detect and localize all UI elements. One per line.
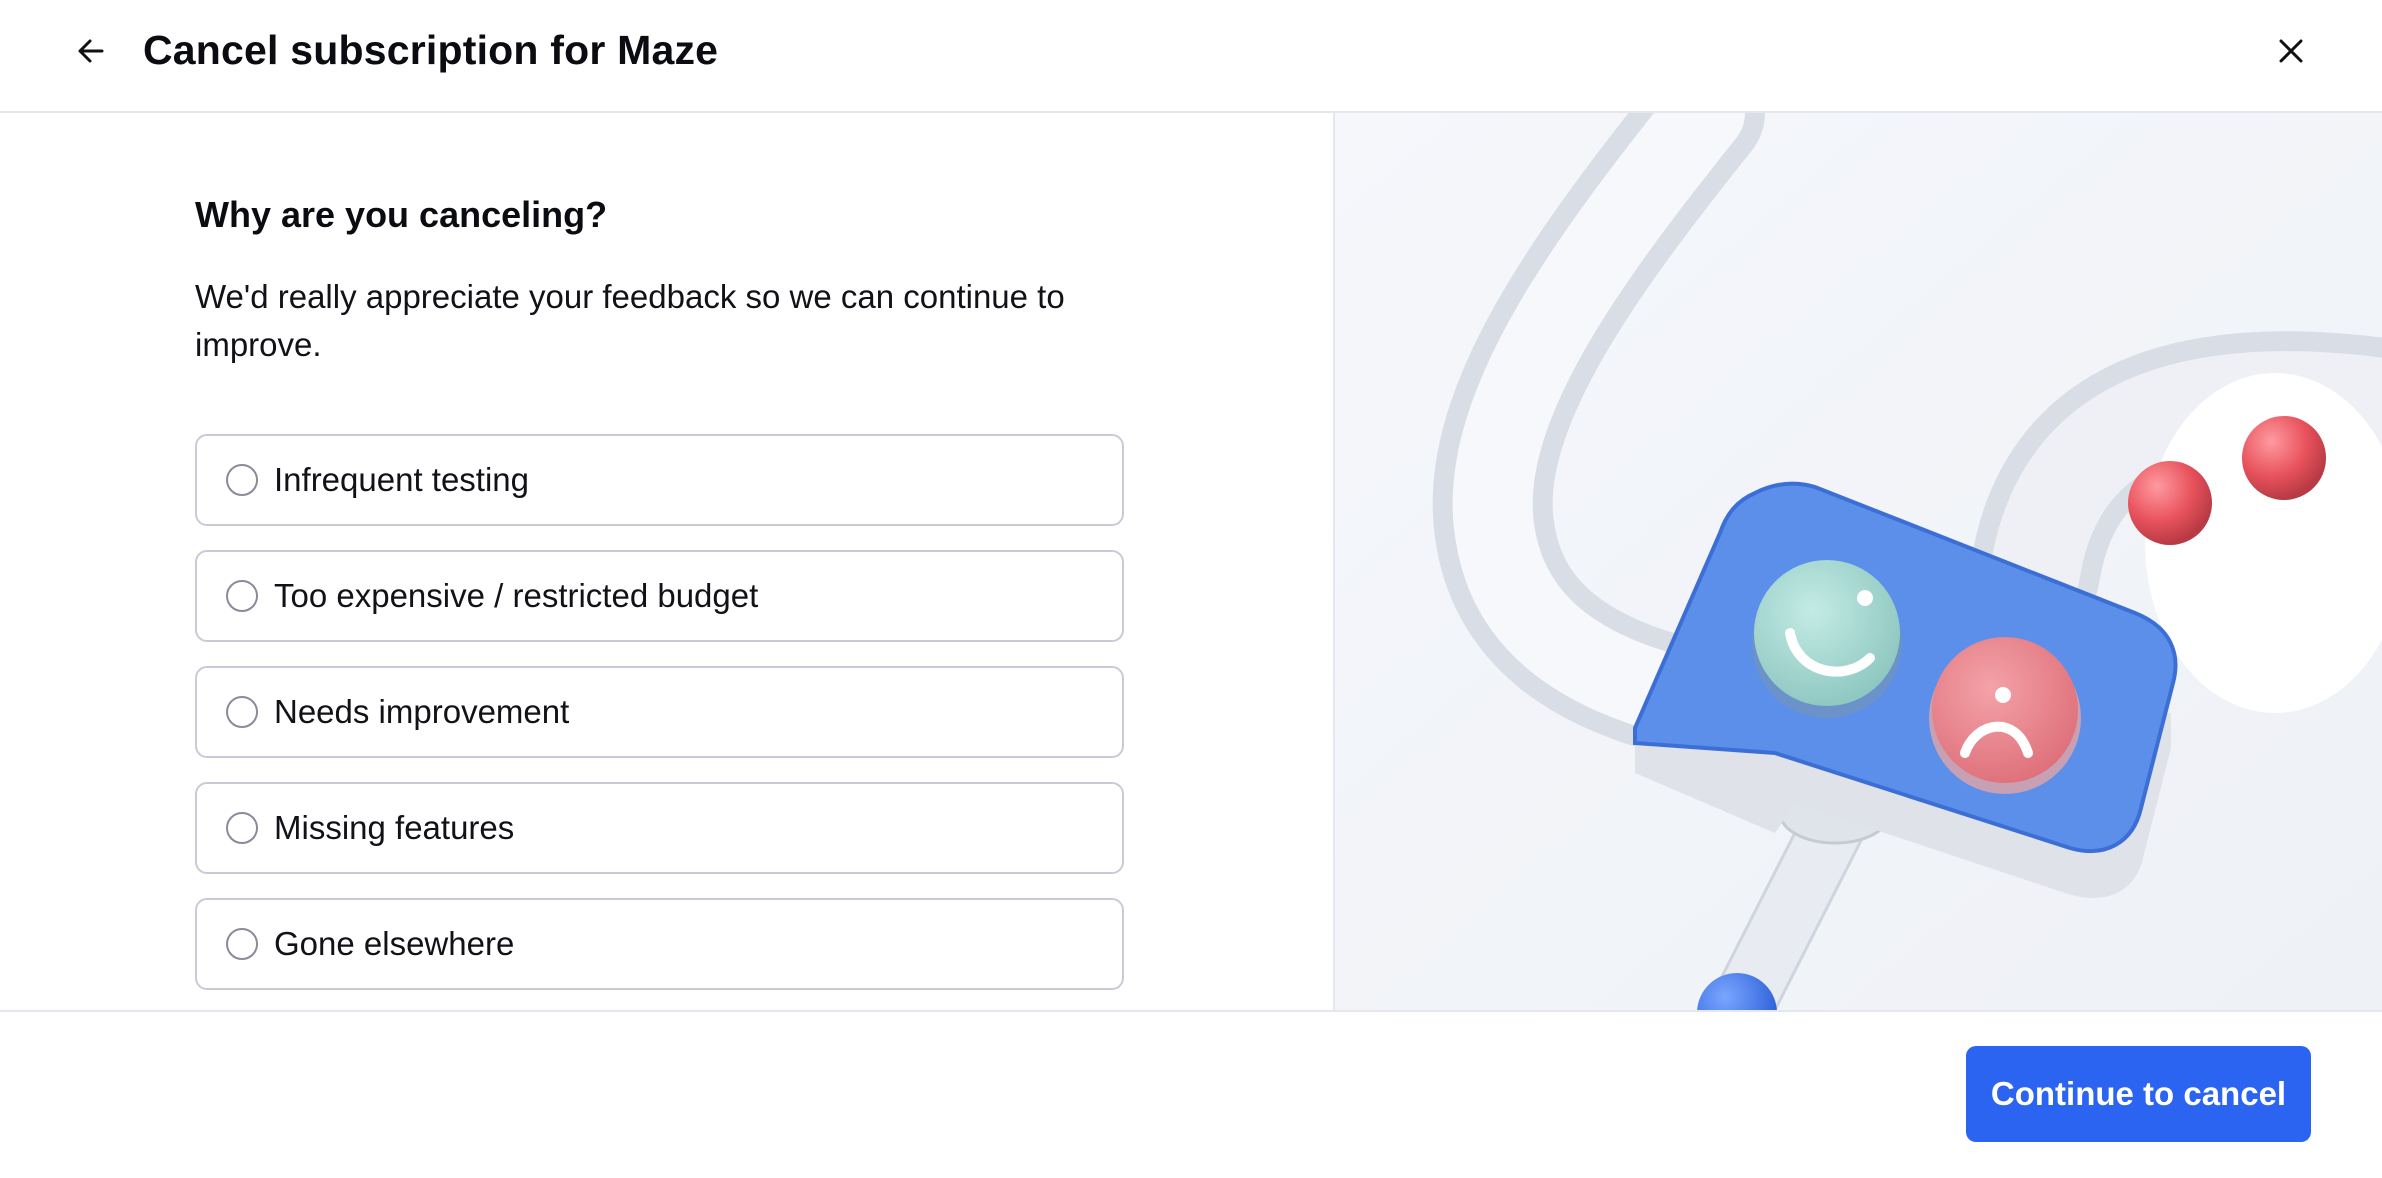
option-label: Too expensive / restricted budget (274, 577, 759, 614)
smiley-face-icon (1754, 560, 1900, 706)
close-button[interactable] (2266, 26, 2316, 76)
option-label: Gone elsewhere (274, 925, 515, 962)
red-ball (2128, 461, 2212, 545)
option-label: Needs improvement (274, 693, 570, 730)
option-label: Infrequent testing (274, 461, 530, 498)
back-button[interactable] (66, 26, 116, 76)
page-title: Cancel subscription for Maze (143, 27, 719, 73)
radio-button[interactable] (226, 928, 258, 960)
option-label: Missing features (274, 809, 515, 846)
feedback-description: We'd really appreciate your feedback so … (195, 278, 1065, 363)
radio-button[interactable] (226, 580, 258, 612)
question-heading: Why are you canceling? (195, 194, 608, 235)
reason-option-needs-improvement[interactable]: Needs improvement (195, 666, 1124, 758)
illustration-panel (1335, 113, 2382, 1010)
radio-button[interactable] (226, 812, 258, 844)
reason-option-infrequent-testing[interactable]: Infrequent testing (195, 434, 1124, 526)
radio-button[interactable] (226, 696, 258, 728)
arrow-left-icon (78, 39, 104, 63)
reason-option-gone-elsewhere[interactable]: Gone elsewhere (195, 898, 1124, 990)
reason-option-missing-features[interactable]: Missing features (195, 782, 1124, 874)
dialog-header: Cancel subscription for Maze (0, 0, 2382, 113)
feedback-panel: Why are you canceling? We'd really appre… (0, 113, 1333, 1010)
radio-button[interactable] (226, 464, 258, 496)
dialog-footer: Continue to cancel (0, 1010, 2382, 1178)
sad-face-icon (1932, 637, 2078, 783)
reason-options: Infrequent testing Too expensive / restr… (195, 434, 1124, 1014)
red-ball (2242, 416, 2326, 500)
close-icon (2279, 39, 2303, 63)
continue-to-cancel-button[interactable]: Continue to cancel (1966, 1046, 2311, 1142)
reason-option-too-expensive[interactable]: Too expensive / restricted budget (195, 550, 1124, 642)
feedback-illustration (1335, 113, 2382, 1010)
